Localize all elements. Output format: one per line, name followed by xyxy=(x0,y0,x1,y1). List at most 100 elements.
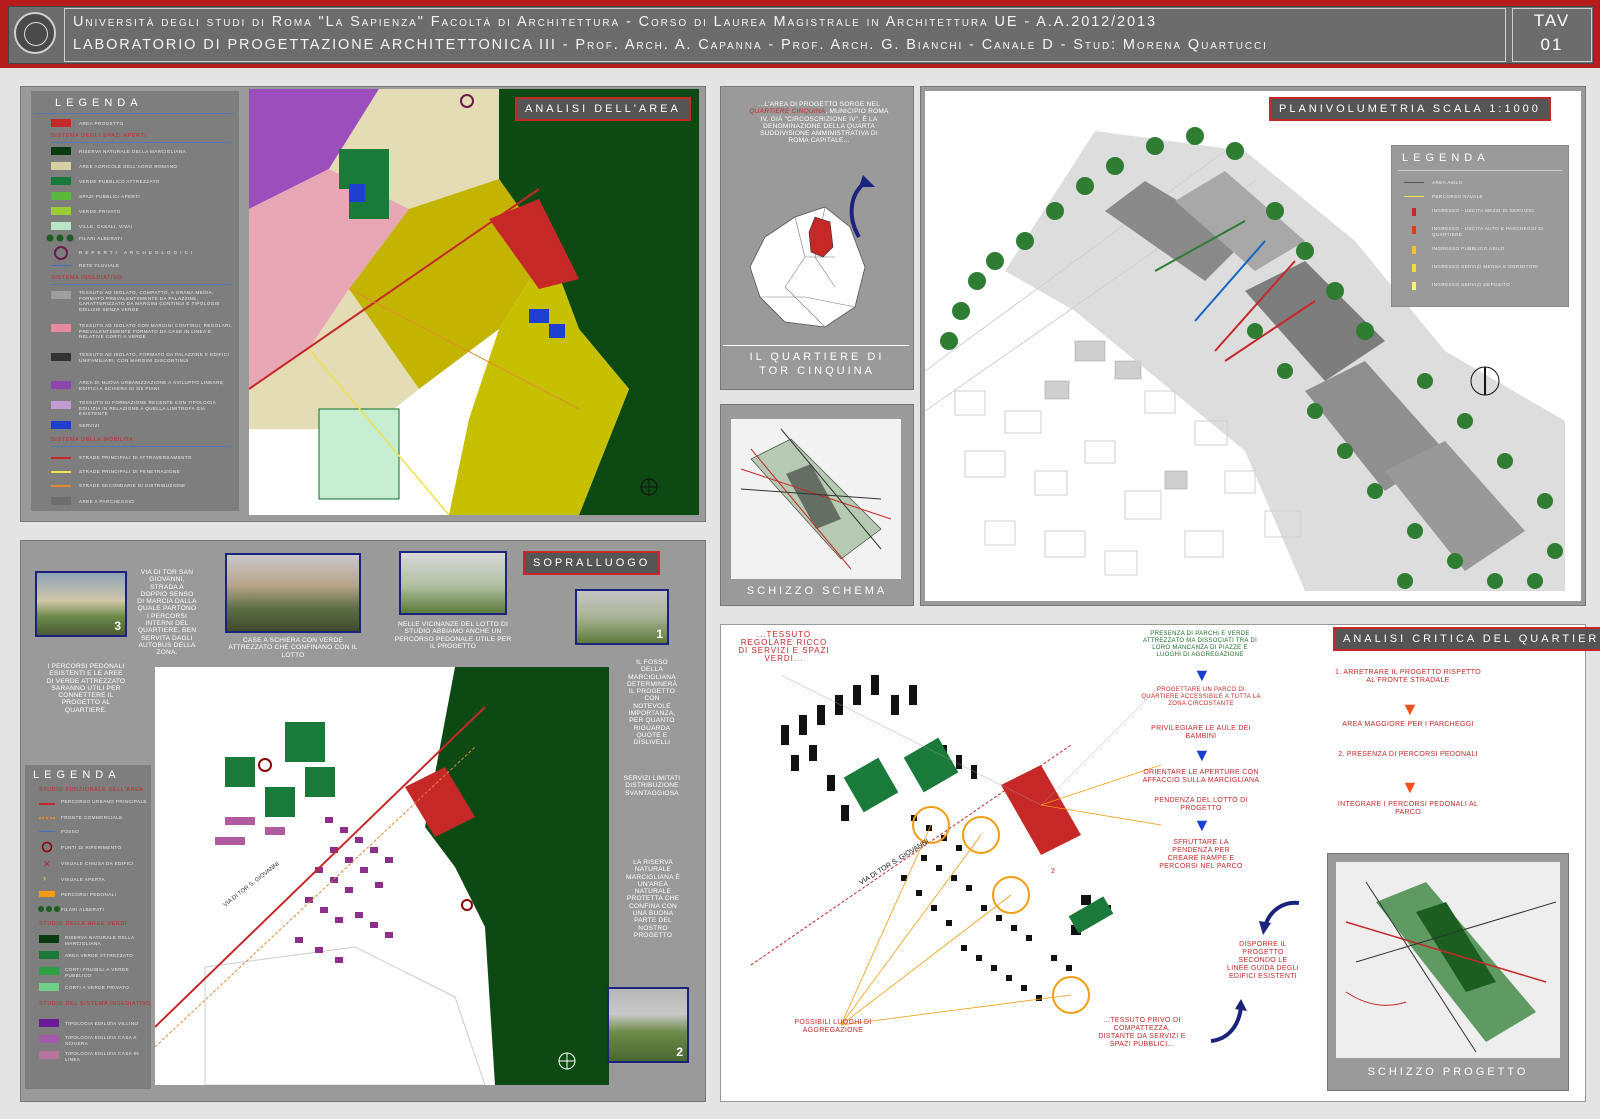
tag-critica: ANALISI CRITICA DEL QUARTIERE xyxy=(1333,627,1600,651)
swatch xyxy=(39,935,59,943)
down-arrow-icon: ▼ xyxy=(1401,777,1419,797)
swatch xyxy=(39,967,59,975)
legend-item: FRONTE COMMERCIALE xyxy=(61,815,123,820)
legend-item: AREA ASILO xyxy=(1432,180,1463,185)
tag-planivolumetria: PLANIVOLUMETRIA SCALA 1:1000 xyxy=(1269,97,1551,121)
swatch-ingresso-red xyxy=(1412,208,1416,216)
schizzo-schema-sketch xyxy=(731,419,901,579)
legend-item: CORTI A VERDE PRIVATO xyxy=(65,985,130,990)
legend-divider xyxy=(51,446,231,447)
analisi-map xyxy=(249,89,699,515)
schizzo-progetto-caption: SCHIZZO PROGETTO xyxy=(1367,1066,1529,1078)
legend-item: SPAZI PUBBLICI APERTI xyxy=(79,194,141,199)
title-line-university: Università degli studi di Roma "La Sapie… xyxy=(73,14,1157,30)
note-progettare: PROGETTARE UN PARCO DI QUARTIERE ACCESSI… xyxy=(1141,687,1261,707)
legend-divider xyxy=(51,284,231,285)
legend-item: TESSUTO AD ISOLATO, FORMATO DA PALAZZINE… xyxy=(79,352,230,363)
photo-number: 3 xyxy=(114,619,121,633)
swatch xyxy=(39,1051,59,1059)
legend-item: PUNTI DI RIFERIMENTO xyxy=(61,845,122,850)
swatch-line-orange xyxy=(51,485,71,487)
legend-item: VERDE PUBBLICO ATTREZZATO xyxy=(79,179,160,184)
legend-item: FILARI ALBERATI xyxy=(61,907,105,912)
swatch xyxy=(39,803,55,805)
swatch-ingresso-mensa xyxy=(1412,264,1416,272)
legend-sec-insediativo: SISTEMA INSEDIATIVO xyxy=(51,275,123,281)
swatch-ville xyxy=(51,222,71,230)
analisi-legend: LEGENDA AREA PROGETTO SISTEMA DEGLI SPAZ… xyxy=(31,91,239,511)
swatch-ingresso-yellow xyxy=(1412,246,1416,254)
title-line-course: LABORATORIO DI PROGETTAZIONE ARCHITETTON… xyxy=(73,37,1268,53)
curved-arrow-icon xyxy=(1259,900,1300,935)
caption-divider xyxy=(723,345,909,346)
photo-number: 1 xyxy=(656,627,663,641)
quartiere-note: ...L'AREA DI PROGETTO SORGE NEL QUARTIER… xyxy=(749,101,889,145)
photo-1: 1 xyxy=(575,589,669,645)
swatch xyxy=(39,817,55,821)
photo-vicinanze xyxy=(399,551,507,615)
legend-item: AREA VERDE ATTREZZATO xyxy=(65,953,134,958)
swatch xyxy=(39,1019,59,1027)
sopralluogo-map: VIA DI TOR S. GIOVANNI xyxy=(155,667,609,1085)
legend-item: RISERVA NATURALE DELLA MARCIGLIANA xyxy=(79,149,187,154)
legend-item: FOSSO xyxy=(61,829,80,834)
legend-sec-mobilita: SISTEMA DELLA MOBILITA' xyxy=(51,437,136,443)
swatch-verde-privato xyxy=(51,207,71,215)
legend-item: PERCORSO URBANO PRINCIPALE xyxy=(61,799,147,804)
legend-title: LEGENDA xyxy=(33,769,121,781)
filari-icon xyxy=(46,234,74,242)
swatch xyxy=(39,891,55,897)
swatch-grey xyxy=(51,291,71,299)
tag-analisi: ANALISI DELL'AREA xyxy=(515,97,691,121)
legend-sec-funzionale: STUDIO FUNZIONALE DELL'AREA xyxy=(39,787,144,793)
legend-item: TESSUTO DI FORMAZIONE RECENTE CON TIPOLO… xyxy=(79,400,216,416)
legend-item: PERCORSI PEDONALI xyxy=(61,892,117,897)
legend-item: INGRESSO PUBBLICO ASILO xyxy=(1432,246,1505,251)
schizzo-schema-panel: SCHIZZO SCHEMA xyxy=(720,404,914,606)
legend-item: PERCORSO NAVALE xyxy=(1432,194,1484,199)
swatch-riserva xyxy=(51,147,71,155)
legend-item: STRADE SECONDARIE DI DISTRIBUZIONE xyxy=(79,483,186,488)
note-privo: ...TESSUTO PRIVO DI COMPATTEZZA, DISTANT… xyxy=(1098,1017,1186,1048)
legend-title: LEGENDA xyxy=(55,97,143,109)
schizzo-schema-caption: SCHIZZO SCHEMA xyxy=(746,585,888,597)
photo-case xyxy=(225,553,361,633)
legend-item: VISUALE CHIUSA DA EDIFICI xyxy=(61,861,134,866)
note-percorsi: I PERCORSI PEDONALI ESISTENTI E LE AREE … xyxy=(46,663,126,714)
planivolumetria-panel: PLANIVOLUMETRIA SCALA 1:1000 LEGENDA ARE… xyxy=(920,86,1586,606)
swatch-line-yellow xyxy=(51,471,71,473)
note-fosso: IL FOSSO DELLA MARCIGLIANA DETERMINERÀ I… xyxy=(627,659,678,747)
sopralluogo-panel: SOPRALLUOGO 3 VIA DI TOR SAN GIOVANNI, S… xyxy=(20,540,706,1102)
note-tessuto: ...TESSUTO REGOLARE RICCO DI SERVIZI E S… xyxy=(738,630,830,663)
legend-item: STRADE PRINCIPALI DI ATTRAVERSAMENTO xyxy=(79,455,192,460)
swatch-ingresso-deposito xyxy=(1412,282,1416,290)
quartiere-caption-2: TOR CINQUINA xyxy=(759,365,875,377)
legend-item: SERVIZI xyxy=(79,423,100,428)
curved-arrow-icon xyxy=(1210,999,1247,1043)
critica-label-2: 2 xyxy=(1051,868,1055,875)
sopralluogo-legend: LEGENDA STUDIO FUNZIONALE DELL'AREA PERC… xyxy=(25,765,151,1089)
swatch-lilac xyxy=(51,401,71,409)
legend-area-progetto: AREA PROGETTO xyxy=(79,121,124,126)
legend-item: TESSUTO AD ISOLATO, COMPATTO, A GRANA ME… xyxy=(79,290,220,312)
note-presenza: PRESENZA DI PARCHI E VERDE ATTREZZATO MA… xyxy=(1142,631,1258,658)
critica-street-label: VIA DI TOR S. GIOVANNI xyxy=(858,838,930,887)
photo-2: 2 xyxy=(607,987,689,1063)
swatch-rete xyxy=(51,265,71,266)
seal-icon xyxy=(24,22,48,46)
visuale-chiusa-icon: ✕ xyxy=(43,859,51,869)
photo-3: 3 xyxy=(35,571,127,637)
swatch xyxy=(39,983,59,991)
down-arrow-icon: ▼ xyxy=(1401,699,1419,719)
note-case: CASE A SCHIERA CON VERDE ATTREZZATO CHE … xyxy=(228,637,358,659)
legend-item: CORTI FRUIBILI A VERDE PUBBLICO xyxy=(65,967,130,978)
analisi-panel: LEGENDA AREA PROGETTO SISTEMA DEGLI SPAZ… xyxy=(20,86,706,522)
planivolumetria-legend: LEGENDA AREA ASILO PERCORSO NAVALE INGRE… xyxy=(1391,145,1569,307)
note-possibili: POSSIBILI LUOGHI DI AGGREGAZIONE xyxy=(794,1019,872,1034)
swatch-asilo xyxy=(1404,182,1424,183)
visuale-aperta-icon: › xyxy=(43,873,46,883)
swatch-purple xyxy=(51,381,71,389)
legend-item: VISUALE APERTA xyxy=(61,877,105,882)
note-arretrare: 1. ARRETRARE IL PROGETTO RISPETTO AL FRO… xyxy=(1335,669,1481,684)
note-area: AREA MAGGIORE PER I PARCHEGGI xyxy=(1342,721,1474,728)
